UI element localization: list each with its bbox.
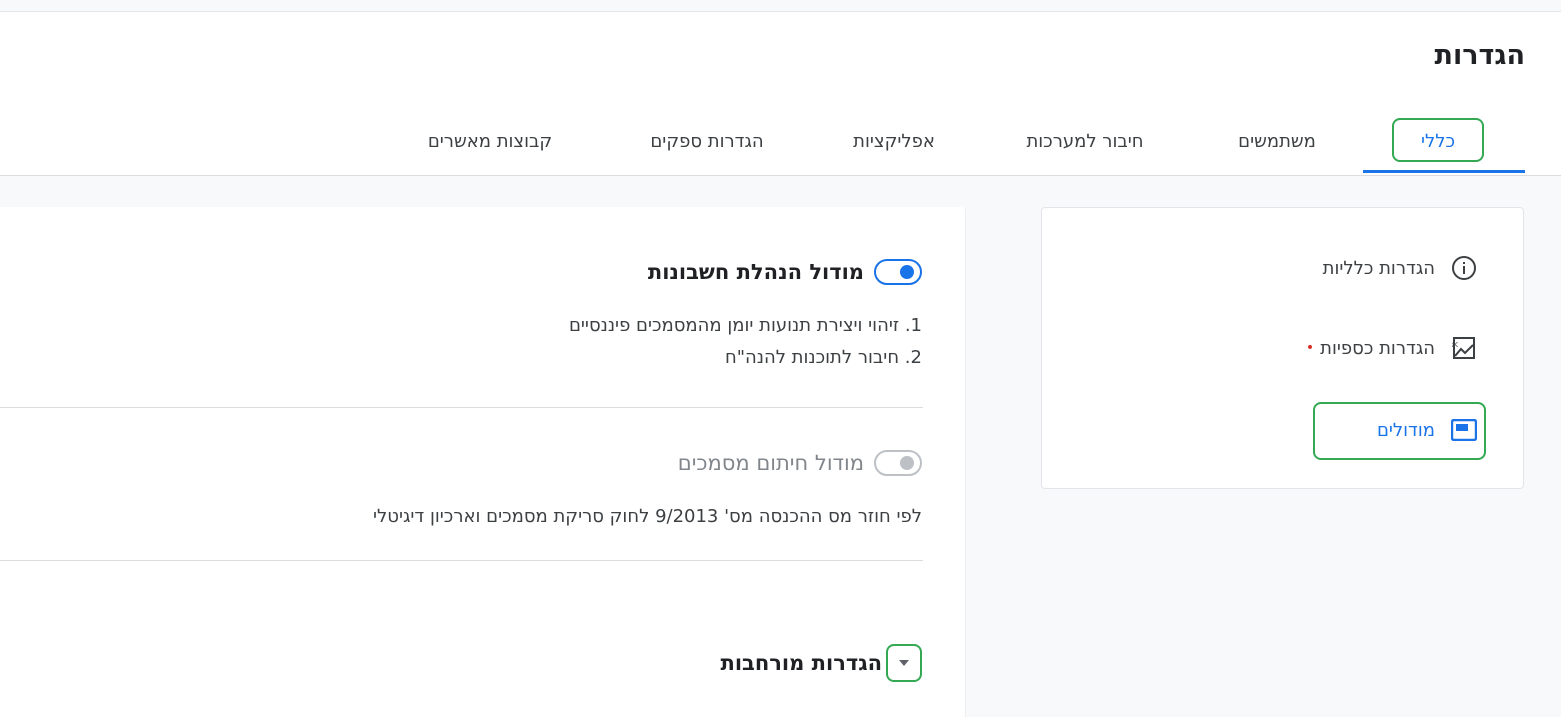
sidebar-item-financial-settings[interactable]: RK הגדרות כספיות • <box>1306 328 1477 368</box>
tab-vendor-settings[interactable]: הגדרות ספקים <box>614 108 800 174</box>
accounting-module-toggle[interactable] <box>874 259 922 285</box>
svg-text:RK: RK <box>1452 341 1458 349</box>
divider <box>0 407 923 408</box>
chevron-down-icon <box>899 660 909 666</box>
advanced-settings-label: הגדרות מורחבות <box>720 651 883 675</box>
signing-module-header: מודול חיתום מסמכים <box>678 450 922 476</box>
expand-advanced-button[interactable] <box>886 644 922 682</box>
tab-apps[interactable]: אפליקציות <box>826 108 962 174</box>
signing-module-toggle[interactable] <box>874 450 922 476</box>
tab-general[interactable]: כללי <box>1392 108 1484 174</box>
tab-approver-groups[interactable]: קבוצות מאשרים <box>392 108 588 174</box>
accounting-module-title: מודול הנהלת חשבונות <box>647 260 864 284</box>
advanced-settings-header: הגדרות מורחבות <box>720 644 922 682</box>
sidebar-item-label: הגדרות כלליות <box>1322 257 1435 279</box>
toggle-knob <box>900 265 914 279</box>
divider <box>0 560 923 561</box>
sidebar-item-label: מודולים <box>1376 419 1435 441</box>
sidebar-item-modules[interactable]: מודולים <box>1377 410 1477 450</box>
signing-module-title: מודול חיתום מסמכים <box>677 451 864 475</box>
header: הגדרות כללי משתמשים חיבור למערכות אפליקצ… <box>0 12 1561 176</box>
page-title: הגדרות <box>1434 40 1525 71</box>
info-icon <box>1451 255 1477 281</box>
tabs-bar: כללי משתמשים חיבור למערכות אפליקציות הגד… <box>0 108 1561 176</box>
tab-active-underline <box>1363 170 1525 173</box>
sidebar-item-label: הגדרות כספיות <box>1320 337 1435 359</box>
settings-sidebar: הגדרות כלליות RK הגדרות כספיות • מודולים <box>1041 207 1524 489</box>
accounting-module-header: מודול הנהלת חשבונות <box>648 259 922 285</box>
money-icon: RK <box>1451 335 1477 361</box>
tab-integrations[interactable]: חיבור למערכות <box>990 108 1180 174</box>
module-icon <box>1451 417 1477 443</box>
sidebar-item-general-settings[interactable]: הגדרות כלליות <box>1323 248 1477 288</box>
accounting-module-desc-2: 2. חיבור לתוכנות להנה"ח <box>724 347 922 368</box>
accounting-module-desc-1: 1. זיהוי ויצירת תנועות יומן מהמסמכים פינ… <box>568 315 922 336</box>
toggle-knob <box>900 456 914 470</box>
modules-panel: מודול הנהלת חשבונות 1. זיהוי ויצירת תנוע… <box>0 207 966 717</box>
required-indicator: • <box>1305 340 1315 356</box>
signing-module-desc: לפי חוזר מס ההכנסה מס' 9/2013 לחוק סריקת… <box>373 506 922 527</box>
tab-users[interactable]: משתמשים <box>1212 108 1342 174</box>
